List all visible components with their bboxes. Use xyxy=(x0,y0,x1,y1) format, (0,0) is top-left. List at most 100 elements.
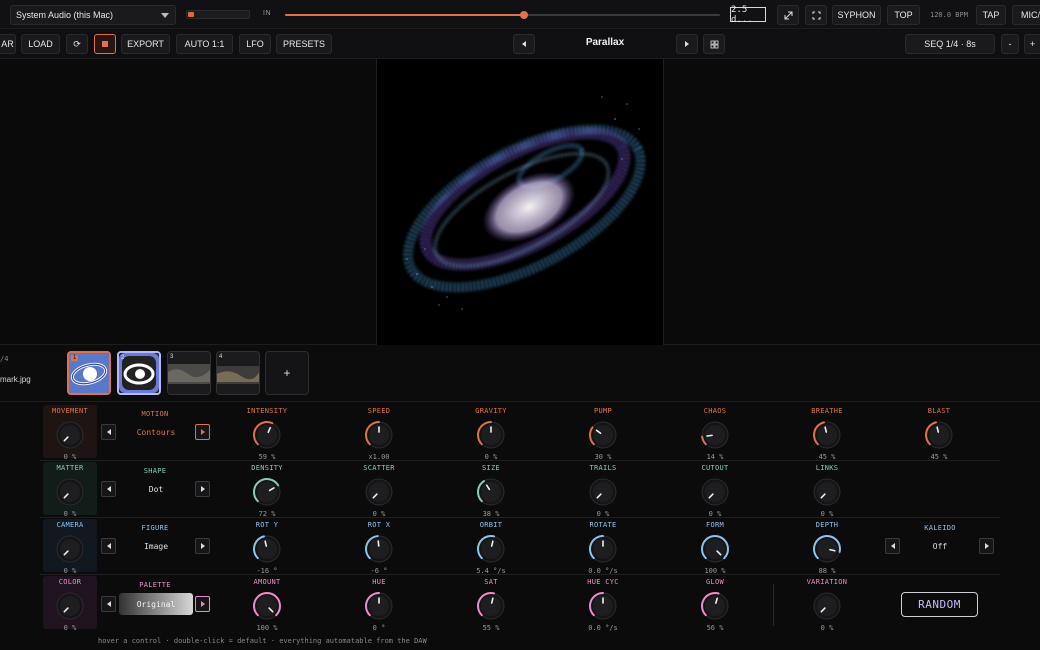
gravity-label: GRAVITY xyxy=(475,407,507,415)
auto-button[interactable]: AUTO 1:1 xyxy=(176,34,233,54)
chevron-right-icon xyxy=(685,41,689,47)
seq-plus-button[interactable]: + xyxy=(1024,34,1040,54)
top-button[interactable]: TOP xyxy=(887,5,920,25)
gravity-knob[interactable] xyxy=(475,419,507,451)
size-knob[interactable] xyxy=(475,476,507,508)
thumb-index: 4 xyxy=(219,354,223,360)
movement-category-label: MOVEMENT xyxy=(51,407,89,415)
form-knob[interactable] xyxy=(699,533,731,565)
expand-button[interactable] xyxy=(777,5,799,25)
fullscreen-icon xyxy=(812,11,820,19)
orbit-value: 5.4 °/s xyxy=(476,567,506,575)
amount-knob[interactable] xyxy=(251,590,283,622)
sequence-button[interactable]: SEQ 1/4 · 8s xyxy=(905,34,995,54)
matter-category-knob[interactable] xyxy=(54,476,86,508)
sat-knob[interactable] xyxy=(475,590,507,622)
stop-button[interactable] xyxy=(94,34,116,54)
seq-minus-button[interactable]: - xyxy=(1001,34,1019,54)
time-value-box[interactable]: 2.5 d... xyxy=(730,5,766,25)
refresh-button[interactable]: ⟳ xyxy=(66,34,88,54)
density-knob[interactable] xyxy=(251,476,283,508)
hue-knob[interactable] xyxy=(363,590,395,622)
depth-label: DEPTH xyxy=(815,521,839,529)
chevron-left-icon xyxy=(106,543,111,549)
grid-view-button[interactable] xyxy=(703,34,725,54)
intensity-knob[interactable] xyxy=(251,419,283,451)
palette-next-button[interactable] xyxy=(195,596,210,612)
media-thumb[interactable]: 2 xyxy=(117,351,161,395)
chevron-left-icon xyxy=(106,486,111,492)
presets-button[interactable]: PRESETS xyxy=(276,34,332,54)
variation-knob[interactable] xyxy=(811,590,843,622)
stop-icon xyxy=(102,41,108,47)
chevron-right-icon xyxy=(200,486,205,492)
next-preset-button[interactable] xyxy=(676,34,698,54)
figure-next-button[interactable] xyxy=(195,538,210,554)
chaos-knob[interactable] xyxy=(699,419,731,451)
rot-y-knob[interactable] xyxy=(251,533,283,565)
palette-prev-button[interactable] xyxy=(101,596,116,612)
amount-value: 100 % xyxy=(256,624,278,632)
pump-value: 30 % xyxy=(594,453,612,461)
export-button[interactable]: EXPORT xyxy=(121,34,170,54)
intensity-label: INTENSITY xyxy=(246,407,288,415)
chevron-left-icon xyxy=(106,429,111,435)
rot-x-label: ROT X xyxy=(367,521,391,529)
camera-category-label: CAMERA xyxy=(56,521,84,529)
syphon-button[interactable]: SYPHON xyxy=(832,5,881,25)
pump-knob[interactable] xyxy=(587,419,619,451)
hue-value: 0 ° xyxy=(372,624,386,632)
camera-category-knob[interactable] xyxy=(54,533,86,565)
cutout-knob[interactable] xyxy=(699,476,731,508)
chevron-left-icon xyxy=(106,601,111,607)
prev-preset-button[interactable] xyxy=(513,34,535,54)
glow-knob[interactable] xyxy=(699,590,731,622)
kaleido-prev-button[interactable] xyxy=(885,538,900,554)
breathe-knob[interactable] xyxy=(811,419,843,451)
mic-button[interactable]: MIC/ xyxy=(1012,5,1040,25)
load-button[interactable]: LOAD xyxy=(21,34,60,54)
shape-prev-button[interactable] xyxy=(101,481,116,497)
palette-value[interactable]: Original xyxy=(119,593,193,615)
position-slider-thumb[interactable] xyxy=(520,11,529,19)
media-thumb[interactable]: 1 xyxy=(67,351,111,395)
fullscreen-button[interactable] xyxy=(805,5,827,25)
blast-knob[interactable] xyxy=(923,419,955,451)
add-media-button[interactable]: + xyxy=(265,351,309,395)
orbit-knob[interactable] xyxy=(475,533,507,565)
media-thumb[interactable]: 3 xyxy=(167,351,211,395)
kaleido-next-button[interactable] xyxy=(979,538,994,554)
camera-category-value: 0 % xyxy=(63,567,77,575)
depth-knob[interactable] xyxy=(811,533,843,565)
position-slider[interactable] xyxy=(285,11,720,19)
random-button[interactable]: RANDOM xyxy=(901,592,978,617)
render-canvas[interactable] xyxy=(376,59,664,345)
trails-knob[interactable] xyxy=(587,476,619,508)
shape-value: Dot xyxy=(148,485,164,494)
shape-next-button[interactable] xyxy=(195,481,210,497)
chevron-down-icon xyxy=(161,13,169,18)
chevron-left-icon xyxy=(890,543,895,549)
figure-prev-button[interactable] xyxy=(101,538,116,554)
movement-category-knob[interactable] xyxy=(54,419,86,451)
terrain-thumb-icon xyxy=(168,352,210,394)
toolbar-partial-button[interactable]: AR xyxy=(0,34,16,54)
media-thumb[interactable]: 4 xyxy=(216,351,260,395)
chevron-right-icon xyxy=(200,429,205,435)
color-category-knob[interactable] xyxy=(54,590,86,622)
hue-cyc-knob[interactable] xyxy=(587,590,619,622)
audio-source-select[interactable]: System Audio (this Mac) xyxy=(10,5,176,25)
links-knob[interactable] xyxy=(811,476,843,508)
lfo-button[interactable]: LFO xyxy=(239,34,271,54)
rot-x-knob[interactable] xyxy=(363,533,395,565)
motion-next-button[interactable] xyxy=(195,424,210,440)
chevron-right-icon xyxy=(200,601,205,607)
scatter-knob[interactable] xyxy=(363,476,395,508)
tap-button[interactable]: TAP xyxy=(976,5,1006,25)
motion-prev-button[interactable] xyxy=(101,424,116,440)
speed-knob[interactable] xyxy=(363,419,395,451)
rotate-knob[interactable] xyxy=(587,533,619,565)
blast-label: BLAST xyxy=(927,407,951,415)
breathe-label: BREATHE xyxy=(811,407,843,415)
chaos-label: CHAOS xyxy=(703,407,727,415)
